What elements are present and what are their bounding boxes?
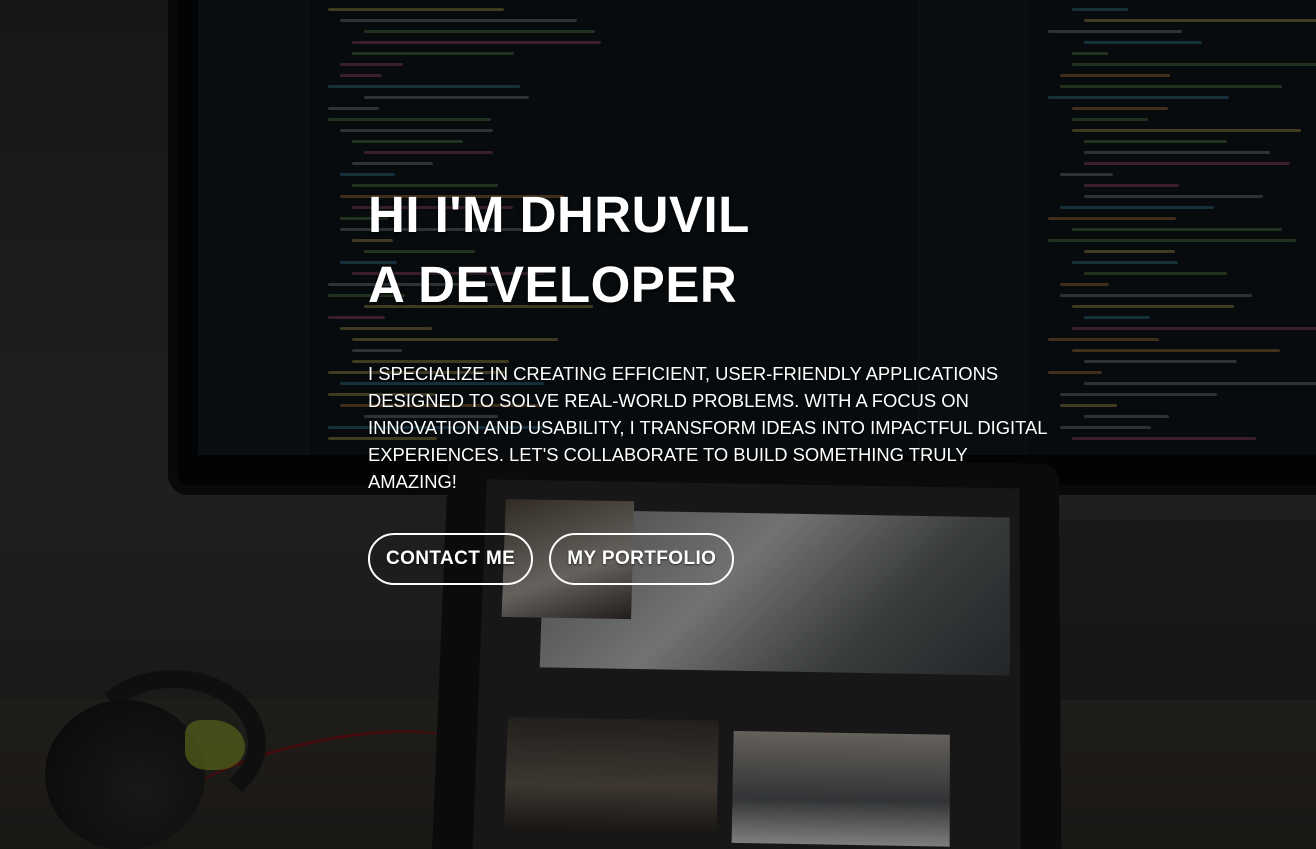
- hero-button-group: CONTACT ME MY PORTFOLIO: [368, 533, 735, 585]
- hero-title: HI I'M DHRUVIL A DEVELOPER: [368, 180, 1048, 320]
- my-portfolio-button[interactable]: MY PORTFOLIO: [549, 533, 735, 585]
- contact-me-button[interactable]: CONTACT ME: [368, 533, 534, 585]
- hero-description: I SPECIALIZE IN CREATING EFFICIENT, USER…: [368, 363, 1047, 492]
- hero-section: HI I'M DHRUVIL A DEVELOPER I SPECIALIZE …: [0, 0, 1316, 849]
- hero-title-line-1: HI I'M DHRUVIL: [368, 186, 750, 243]
- hero-content: HI I'M DHRUVIL A DEVELOPER I SPECIALIZE …: [368, 180, 1048, 495]
- hero-title-line-2: A DEVELOPER: [368, 256, 738, 313]
